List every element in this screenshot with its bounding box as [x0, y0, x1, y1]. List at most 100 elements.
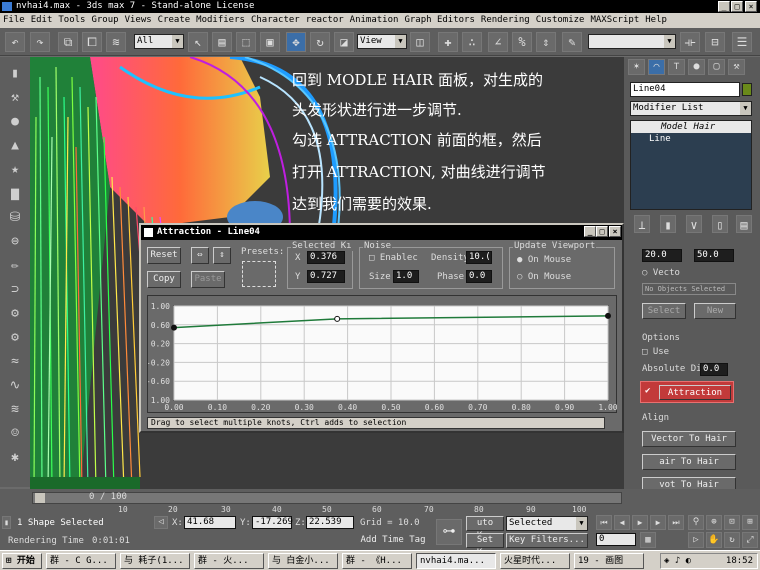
- sphere-icon[interactable]: ●: [5, 113, 25, 131]
- key-filters-button[interactable]: Key Filters...: [506, 533, 588, 548]
- curve-knot[interactable]: [334, 315, 341, 322]
- rect-selection-icon[interactable]: ⬚: [236, 32, 256, 52]
- percent-snap-icon[interactable]: %: [512, 32, 532, 52]
- task-item-active[interactable]: nvhai4.ma...: [416, 553, 496, 569]
- zoom-icon[interactable]: ⚲: [688, 515, 704, 530]
- bind-space-warp-icon[interactable]: ≋: [106, 32, 126, 52]
- spinner-snap-icon[interactable]: ⇕: [536, 32, 556, 52]
- menu-rendering[interactable]: Rendering: [481, 15, 530, 25]
- brush-icon[interactable]: ✏: [5, 257, 25, 275]
- select-manipulate-icon[interactable]: ✚: [438, 32, 458, 52]
- modifier-list-dropdown[interactable]: Modifier List ▼: [630, 101, 752, 116]
- motion-tab-icon[interactable]: ●: [688, 59, 705, 75]
- pivot-icon[interactable]: ◫: [410, 32, 430, 52]
- show-end-result-icon[interactable]: ▮: [660, 215, 676, 233]
- star-icon[interactable]: ★: [5, 161, 25, 179]
- spin2-field[interactable]: 50.0: [694, 249, 734, 262]
- curve-editor[interactable]: 1.00 0.60 0.20 -0.20 -0.60 1.00 0.00 0.10 0.20 0.…: [146, 295, 618, 413]
- task-item[interactable]: 群 - C G...: [46, 553, 116, 569]
- on-mouse-radio-2[interactable]: ○ On Mouse: [517, 272, 571, 282]
- redo-icon[interactable]: ↷: [30, 32, 50, 52]
- menu-group[interactable]: Group: [91, 15, 118, 25]
- next-frame-icon[interactable]: ▶: [650, 515, 666, 530]
- create-tab-icon[interactable]: ✶: [628, 59, 645, 75]
- density-field[interactable]: 10.(: [466, 251, 492, 264]
- ripple-icon[interactable]: ≋: [5, 401, 25, 419]
- selection-filter-dropdown[interactable]: All ▼: [134, 34, 184, 49]
- vector-to-hair-button[interactable]: Vector To Hair: [642, 431, 736, 447]
- task-item[interactable]: 群 - 火...: [194, 553, 264, 569]
- attraction-checkbox[interactable]: ✔: [645, 386, 650, 396]
- reference-coord-dropdown[interactable]: View ▼: [357, 34, 407, 49]
- key-mode-dropdown[interactable]: Selected ▼: [506, 516, 588, 531]
- menu-reactor[interactable]: reactor: [306, 15, 344, 25]
- modifier-stack[interactable]: Model Hair Line: [630, 120, 752, 210]
- use-checkbox[interactable]: □ Use: [642, 347, 669, 357]
- menu-help[interactable]: Help: [645, 15, 667, 25]
- goto-start-icon[interactable]: ⏮: [596, 515, 612, 530]
- box-icon[interactable]: ▆: [5, 185, 25, 203]
- y-value-field[interactable]: 0.727: [307, 270, 345, 283]
- menu-animation[interactable]: Animation: [350, 15, 399, 25]
- close-button[interactable]: ×: [745, 1, 757, 12]
- modify-tab-icon[interactable]: ⌒: [648, 59, 665, 75]
- link-icon[interactable]: ⧉: [58, 32, 78, 52]
- scale-icon[interactable]: ◪: [334, 32, 354, 52]
- dialog-close-button[interactable]: ×: [609, 226, 621, 237]
- set-key-button[interactable]: Set Key: [466, 533, 504, 558]
- stack-item-model-hair[interactable]: Model Hair: [631, 121, 751, 133]
- wave-icon[interactable]: ∿: [5, 377, 25, 395]
- display-tab-icon[interactable]: ▢: [708, 59, 725, 75]
- select-button[interactable]: Select: [642, 303, 686, 319]
- mirror-icon[interactable]: ⟛: [680, 32, 700, 52]
- remove-modifier-icon[interactable]: ▯: [712, 215, 728, 233]
- menu-file[interactable]: File: [3, 15, 25, 25]
- gear-icon[interactable]: ⚙: [5, 305, 25, 323]
- x-value-field[interactable]: 0.376: [307, 251, 345, 264]
- hair-to-hair-coords-button[interactable]: air To Hair Coordsy: [642, 454, 736, 470]
- size-field[interactable]: 1.0: [393, 270, 419, 283]
- attraction-button[interactable]: Attraction: [659, 385, 731, 400]
- maximize-button[interactable]: □: [731, 1, 743, 12]
- pin-stack-icon[interactable]: ⊥: [634, 215, 650, 233]
- utilities-tab-icon[interactable]: ⚒: [728, 59, 745, 75]
- unlink-icon[interactable]: ⧠: [82, 32, 102, 52]
- pan-icon[interactable]: ✋: [706, 532, 722, 548]
- object-color-swatch[interactable]: [742, 83, 752, 96]
- start-button[interactable]: ⊞ 开始: [2, 553, 42, 569]
- menu-maxscript[interactable]: MAXScript: [590, 15, 639, 25]
- menu-customize[interactable]: Customize: [536, 15, 585, 25]
- reset-button[interactable]: Reset: [147, 247, 181, 264]
- dialog-maximize-button[interactable]: □: [596, 226, 608, 237]
- zoom-extents-all-icon[interactable]: ⊞: [742, 515, 758, 530]
- add-time-tag-button[interactable]: Add Time Tag: [356, 534, 430, 548]
- task-item[interactable]: 群 - 《H...: [342, 553, 412, 569]
- object-icon[interactable]: ▮: [5, 65, 25, 83]
- make-unique-icon[interactable]: ∨: [686, 215, 702, 233]
- play-icon[interactable]: ▶: [632, 515, 648, 530]
- minimize-button[interactable]: _: [718, 1, 730, 12]
- menu-character[interactable]: Character: [251, 15, 300, 25]
- cylinder-icon[interactable]: ⛁: [5, 209, 25, 227]
- menu-graph-editors[interactable]: Graph Editors: [404, 15, 474, 25]
- arc-rotate-icon[interactable]: ↻: [724, 532, 740, 548]
- new-button[interactable]: New: [694, 303, 736, 319]
- face-icon[interactable]: ☺: [5, 425, 25, 443]
- maximize-viewport-icon[interactable]: ⤢: [742, 532, 758, 548]
- hammer-icon[interactable]: ⚒: [5, 89, 25, 107]
- cone-icon[interactable]: ▲: [5, 137, 25, 155]
- bomb-icon[interactable]: ✱: [5, 449, 25, 467]
- lock-selection-icon[interactable]: ◁: [154, 516, 168, 529]
- rotate-icon[interactable]: ↻: [310, 32, 330, 52]
- task-item[interactable]: 与 白金小...: [268, 553, 338, 569]
- named-selection-icon[interactable]: ✎: [562, 32, 582, 52]
- curve-knot[interactable]: [605, 312, 611, 319]
- presets-button[interactable]: [242, 261, 276, 287]
- x-coord-field[interactable]: 41.68: [184, 516, 236, 529]
- current-frame-field[interactable]: 0: [596, 533, 636, 546]
- copy-button[interactable]: Copy: [147, 271, 181, 288]
- wrench-icon[interactable]: ⚙: [5, 329, 25, 347]
- select-object-icon[interactable]: ↖: [188, 32, 208, 52]
- maxscript-listener-icon[interactable]: ▮: [2, 516, 11, 529]
- absolute-dir-field[interactable]: 0.0: [700, 363, 728, 376]
